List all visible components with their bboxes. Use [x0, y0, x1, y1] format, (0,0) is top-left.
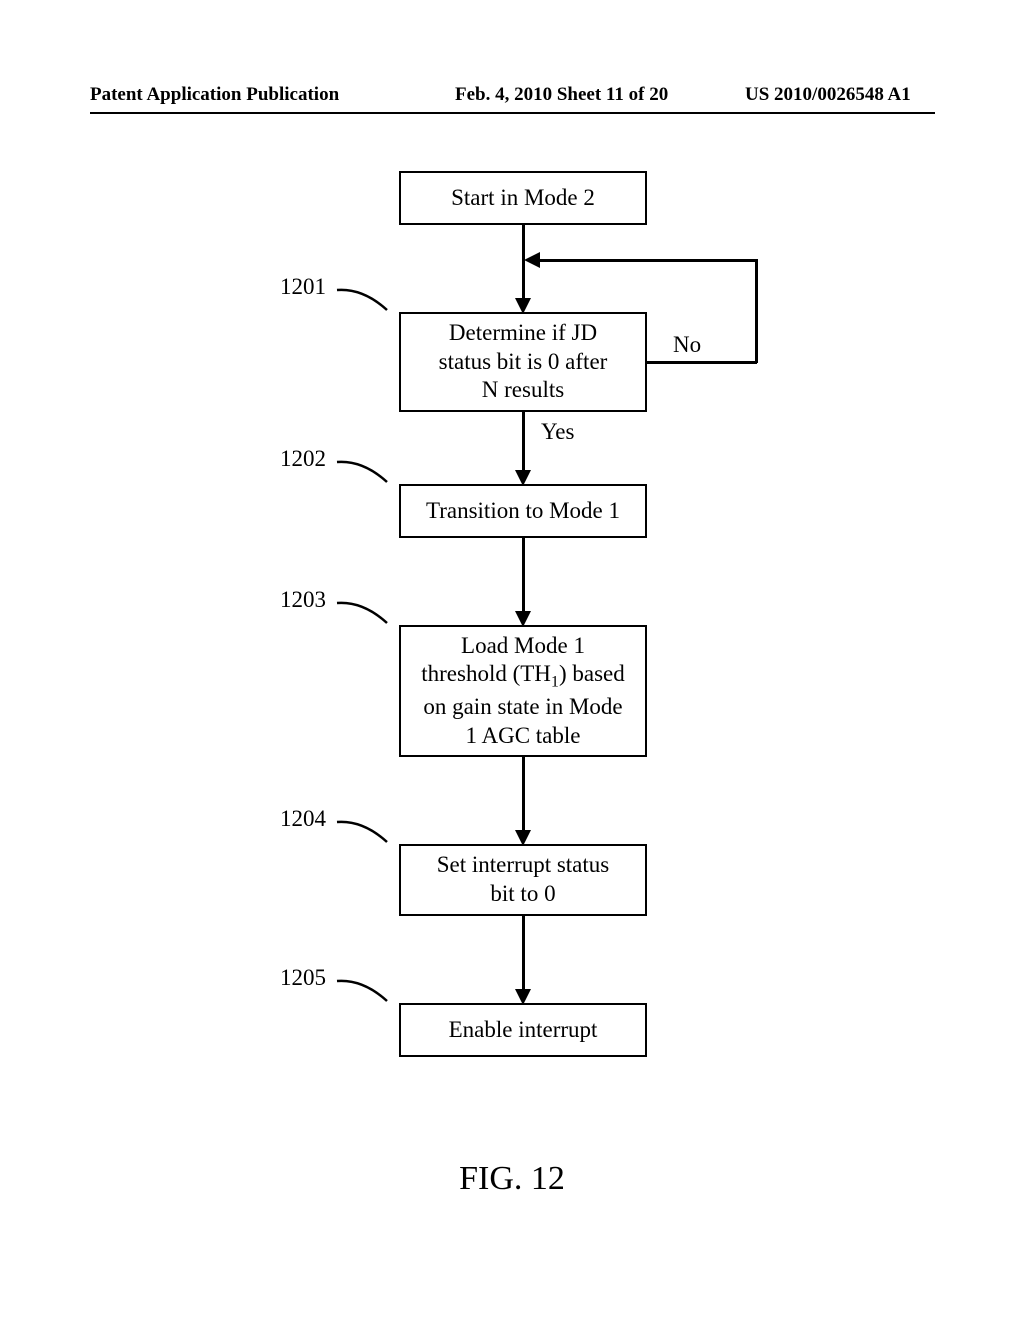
- flow-box-1203: Load Mode 1 threshold (TH1) based on gai…: [399, 625, 647, 757]
- refnum-1204: 1204: [280, 806, 326, 832]
- flow-box-1203-line3: on gain state in Mode: [423, 693, 622, 722]
- flow-box-1201-line3: N results: [482, 376, 564, 405]
- flow-box-1205: Enable interrupt: [399, 1003, 647, 1057]
- connector: [522, 916, 525, 991]
- arrowhead-icon: [524, 252, 540, 268]
- flow-box-1204-line1: Set interrupt status: [437, 851, 609, 880]
- connector: [522, 757, 525, 832]
- swoosh-icon: [335, 286, 395, 314]
- flow-box-1201: Determine if JD status bit is 0 after N …: [399, 312, 647, 412]
- refnum-1203: 1203: [280, 587, 326, 613]
- flow-box-1202: Transition to Mode 1: [399, 484, 647, 538]
- swoosh-icon: [335, 458, 395, 486]
- edge-label-no: No: [673, 332, 701, 358]
- flow-box-1203-line1: Load Mode 1: [461, 632, 585, 661]
- header-pubnumber: US 2010/0026548 A1: [745, 84, 911, 106]
- figure-caption: FIG. 12: [0, 1160, 1024, 1198]
- swoosh-icon: [335, 977, 395, 1005]
- swoosh-icon: [335, 599, 395, 627]
- swoosh-icon: [335, 818, 395, 846]
- refnum-1202: 1202: [280, 446, 326, 472]
- connector: [522, 538, 525, 613]
- header-date-sheet: Feb. 4, 2010 Sheet 11 of 20: [455, 84, 668, 106]
- flow-box-1202-text: Transition to Mode 1: [426, 497, 620, 526]
- refnum-1205: 1205: [280, 965, 326, 991]
- flow-box-start-text: Start in Mode 2: [451, 184, 595, 213]
- connector: [522, 412, 525, 472]
- connector: [755, 259, 758, 363]
- header-rule: [90, 112, 935, 114]
- flow-box-1204-line2: bit to 0: [490, 880, 555, 909]
- flow-box-1201-line1: Determine if JD: [449, 319, 597, 348]
- connector: [538, 259, 758, 262]
- refnum-1201: 1201: [280, 274, 326, 300]
- header-publication: Patent Application Publication: [90, 84, 339, 106]
- flow-box-1204: Set interrupt status bit to 0: [399, 844, 647, 916]
- edge-label-yes: Yes: [541, 419, 574, 445]
- flow-box-1203-line4: 1 AGC table: [466, 722, 581, 751]
- flow-box-1201-line2: status bit is 0 after: [439, 348, 608, 377]
- flow-box-start: Start in Mode 2: [399, 171, 647, 225]
- flow-box-1205-text: Enable interrupt: [449, 1016, 598, 1045]
- flow-box-1203-line2: threshold (TH1) based: [421, 660, 625, 693]
- connector: [647, 361, 757, 364]
